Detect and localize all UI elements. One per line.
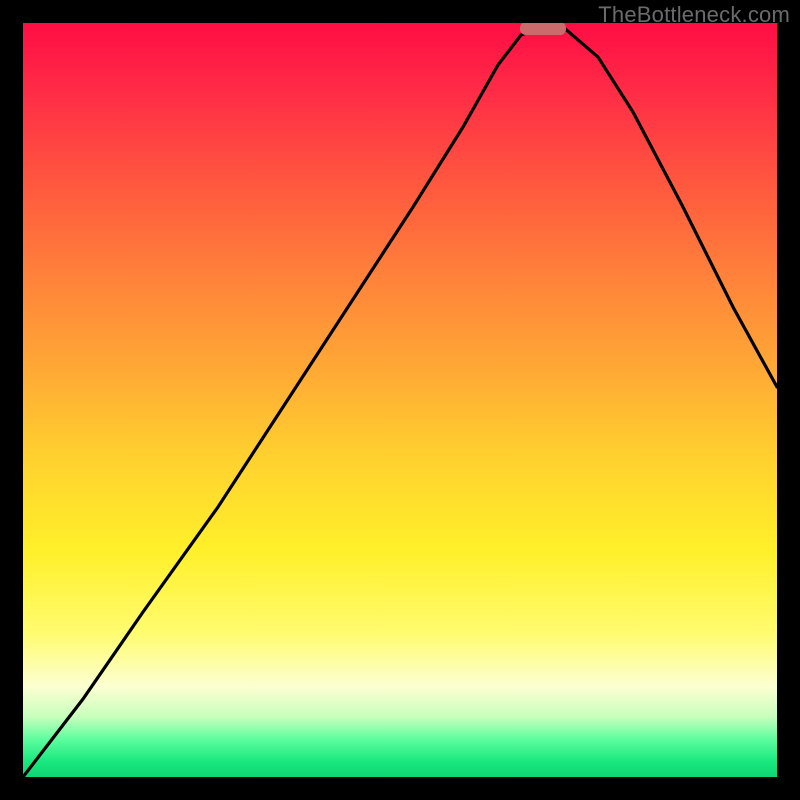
plot-area bbox=[23, 23, 777, 777]
chart-frame: TheBottleneck.com bbox=[0, 0, 800, 800]
watermark-text: TheBottleneck.com bbox=[598, 2, 790, 28]
curve-layer bbox=[23, 23, 777, 777]
optimal-marker bbox=[520, 23, 566, 35]
bottleneck-curve bbox=[23, 27, 777, 777]
